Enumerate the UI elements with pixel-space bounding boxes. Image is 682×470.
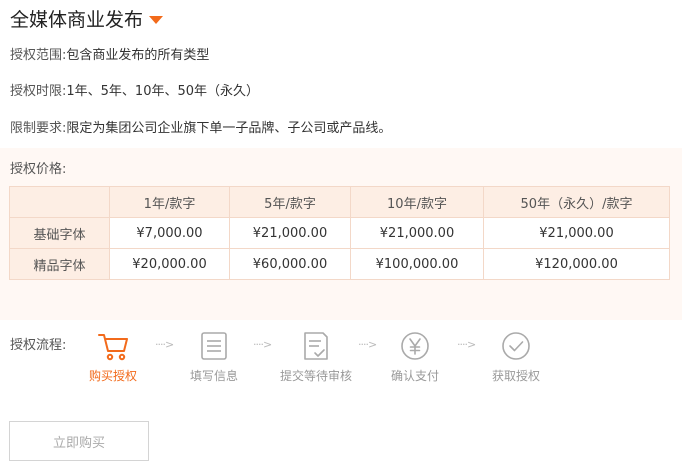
price-cell: ¥21,000.00 xyxy=(483,217,670,249)
flow-arrow: ····> xyxy=(253,338,272,351)
step-get-license: 获取授权 xyxy=(471,329,561,384)
step-label: 购买授权 xyxy=(88,369,137,383)
form-icon xyxy=(201,332,227,360)
price-cell: ¥7,000.00 xyxy=(109,217,230,249)
table-header-cell: 50年（永久）/款字 xyxy=(483,186,670,218)
flow-label: 授权流程: xyxy=(10,338,67,353)
price-cell: ¥21,000.00 xyxy=(350,217,484,249)
step-label: 提交等待审核 xyxy=(279,369,352,383)
table-header-cell: 5年/款字 xyxy=(229,186,351,218)
period-value: 1年、5年、10年、50年（永久） xyxy=(66,84,260,99)
table-header-cell: 10年/款字 xyxy=(350,186,484,218)
cart-icon xyxy=(98,334,128,361)
row-name-cell: 基础字体 xyxy=(9,217,110,249)
step-submit-review: 提交等待审核 xyxy=(271,329,361,384)
restriction-row: 限制要求: 限定为集团公司企业旗下单一子品牌、子公司或产品线。 xyxy=(10,117,391,136)
step-buy-license: 购买授权 xyxy=(68,329,158,384)
document-check-icon xyxy=(304,332,328,360)
period-row: 授权时限: 1年、5年、10年、50年（永久） xyxy=(10,80,259,99)
step-label: 获取授权 xyxy=(491,369,540,383)
restriction-value: 限定为集团公司企业旗下单一子品牌、子公司或产品线。 xyxy=(66,121,392,136)
page-title-group[interactable]: 全媒体商业发布 xyxy=(10,5,164,31)
price-cell: ¥120,000.00 xyxy=(483,248,670,280)
buy-now-button[interactable]: 立即购买 xyxy=(9,421,149,461)
price-cell: ¥21,000.00 xyxy=(229,217,351,249)
pricing-title: 授权价格: xyxy=(10,162,67,177)
pricing-table: 1年/款字 5年/款字 10年/款字 50年（永久）/款字 基础字体 ¥7,00… xyxy=(9,186,670,280)
page-title: 全媒体商业发布 xyxy=(10,8,144,31)
step-label: 确认支付 xyxy=(390,369,439,383)
table-header-cell: 1年/款字 xyxy=(109,186,230,218)
price-cell: ¥100,000.00 xyxy=(350,248,484,280)
step-fill-info: 填写信息 xyxy=(169,329,259,384)
table-header-cell xyxy=(9,186,110,218)
restriction-label: 限制要求: xyxy=(10,121,67,136)
scope-label: 授权范围: xyxy=(10,48,67,63)
step-confirm-payment: 确认支付 xyxy=(370,329,460,384)
scope-value: 包含商业发布的所有类型 xyxy=(66,48,210,63)
step-label: 填写信息 xyxy=(189,369,238,383)
checkmark-circle-icon xyxy=(502,332,530,360)
period-label: 授权时限: xyxy=(10,84,67,99)
pricing-panel: 授权价格: 1年/款字 5年/款字 10年/款字 50年（永久）/款字 基础字体… xyxy=(0,148,682,320)
table-row: 基础字体 ¥7,000.00 ¥21,000.00 ¥21,000.00 ¥21… xyxy=(9,217,670,249)
row-name-cell: 精品字体 xyxy=(9,248,110,280)
price-cell: ¥60,000.00 xyxy=(229,248,351,280)
yen-icon xyxy=(401,332,429,360)
price-cell: ¥20,000.00 xyxy=(109,248,230,280)
table-row: 精品字体 ¥20,000.00 ¥60,000.00 ¥100,000.00 ¥… xyxy=(9,248,670,280)
table-header-row: 1年/款字 5年/款字 10年/款字 50年（永久）/款字 xyxy=(9,186,670,218)
caret-down-icon[interactable] xyxy=(149,15,164,24)
scope-row: 授权范围: 包含商业发布的所有类型 xyxy=(10,44,209,63)
